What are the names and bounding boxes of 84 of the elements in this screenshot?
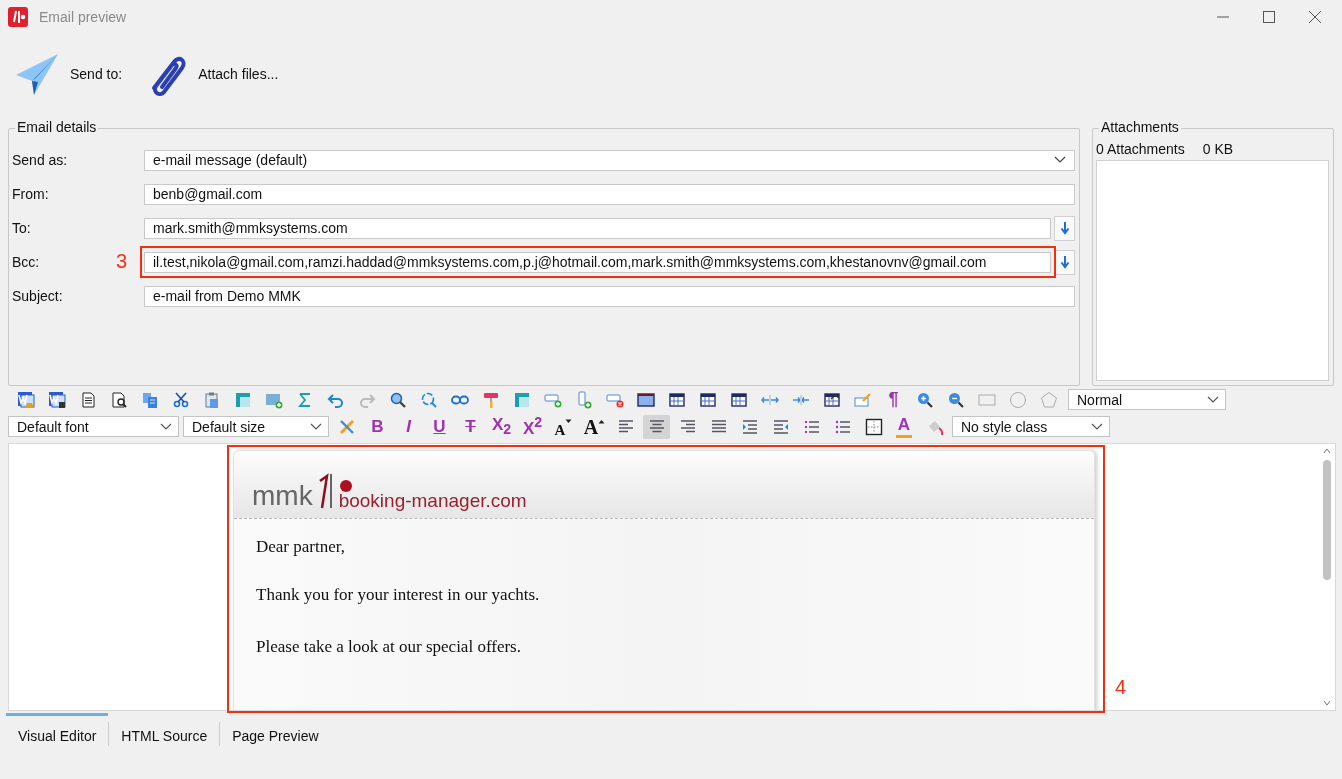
tab[interactable]: Page Preview bbox=[220, 713, 331, 755]
word-document-icon[interactable] bbox=[16, 390, 35, 409]
chevron-down-icon bbox=[1207, 395, 1219, 404]
table-grid-icon[interactable] bbox=[729, 390, 748, 409]
chevron-down-icon bbox=[160, 422, 172, 431]
format-button[interactable]: X$^{2}$ bbox=[519, 414, 546, 439]
zoom-in-icon[interactable] bbox=[915, 390, 934, 409]
scroll-thumb[interactable] bbox=[1323, 460, 1331, 580]
paint-roller-icon[interactable] bbox=[481, 390, 500, 409]
search-icon[interactable] bbox=[388, 390, 407, 409]
group-label: Attachments bbox=[1099, 119, 1181, 135]
dropdown[interactable]: Default font bbox=[8, 416, 179, 437]
field-label: To: bbox=[12, 220, 31, 236]
eraser-icon[interactable] bbox=[337, 417, 356, 436]
group-label: Email details bbox=[15, 119, 99, 135]
scroll-up-icon[interactable] bbox=[1323, 448, 1331, 454]
input-field[interactable]: e-mail from Demo MMK bbox=[144, 285, 1075, 307]
tab[interactable]: HTML Source bbox=[109, 713, 220, 755]
outdent-icon[interactable] bbox=[771, 417, 790, 436]
chevron-down-icon bbox=[310, 422, 322, 431]
toolbar-button[interactable]: Attach files... bbox=[140, 50, 279, 98]
annotation-number: 3 bbox=[116, 250, 128, 273]
format-button[interactable]: ¶ bbox=[880, 387, 907, 412]
maximize-icon[interactable] bbox=[1262, 10, 1276, 24]
chevron-down-icon bbox=[1054, 156, 1066, 164]
editor-area[interactable]: mmk booking-manager.com Dear partner, Thank you for your interest in our yachts. Please take a look at our special offers. 4 bbox=[8, 443, 1336, 711]
table-icon[interactable] bbox=[233, 390, 252, 409]
field-label: Send as: bbox=[12, 152, 68, 168]
annotation-number: 4 bbox=[1115, 676, 1127, 699]
dot-icon bbox=[338, 479, 353, 493]
format-button[interactable]: A bbox=[550, 414, 577, 439]
dropdown[interactable]: No style class bbox=[952, 416, 1110, 437]
dropdown[interactable]: e-mail message (default) bbox=[144, 149, 1075, 171]
table-grid-icon[interactable] bbox=[667, 390, 686, 409]
input-field[interactable]: benb@gmail.com bbox=[144, 183, 1075, 205]
format-button[interactable]: T bbox=[457, 414, 484, 439]
format-button[interactable]: B bbox=[364, 414, 391, 439]
app-logo-icon bbox=[8, 7, 28, 27]
edit-box-icon[interactable] bbox=[853, 390, 872, 409]
arrow-down-icon bbox=[1059, 221, 1070, 235]
logo-text: booking-manager.com bbox=[338, 491, 527, 510]
email-paragraph: Please take a look at our special offers. bbox=[256, 637, 522, 657]
attachment-count: 0 Attachments bbox=[1096, 141, 1185, 157]
copy-icon[interactable] bbox=[140, 390, 159, 409]
lookup-button[interactable] bbox=[1054, 215, 1075, 241]
word-document-icon[interactable] bbox=[47, 390, 66, 409]
format-button[interactable]: X$_{2}$ bbox=[488, 414, 515, 439]
field-label: Subject: bbox=[12, 288, 63, 304]
table-frame-icon[interactable] bbox=[636, 390, 655, 409]
tab[interactable]: Visual Editor bbox=[6, 713, 109, 755]
logo-text: mmk bbox=[252, 482, 313, 510]
input-field[interactable]: mark.smith@mmksystems.com bbox=[144, 217, 1051, 239]
table-grid-icon[interactable] bbox=[698, 390, 717, 409]
print-preview-icon[interactable] bbox=[109, 390, 128, 409]
zoom-out-icon[interactable] bbox=[946, 390, 965, 409]
dropdown[interactable]: Default size bbox=[183, 416, 329, 437]
format-button[interactable]: A bbox=[581, 414, 608, 439]
arrow-down-icon bbox=[1059, 255, 1070, 269]
paper-plane-icon bbox=[14, 51, 60, 97]
lookup-button[interactable] bbox=[1054, 249, 1075, 275]
field-label: From: bbox=[12, 186, 49, 202]
caret-down-icon bbox=[565, 418, 573, 424]
format-button[interactable]: A bbox=[896, 415, 912, 438]
attachment-size: 0 KB bbox=[1202, 141, 1234, 157]
email-paragraph: Dear partner, bbox=[256, 537, 346, 557]
caret-up-icon bbox=[598, 418, 606, 424]
scissors-icon[interactable] bbox=[171, 390, 190, 409]
email-paragraph: Thank you for your interest in our yachts. bbox=[256, 585, 541, 605]
close-icon[interactable] bbox=[1308, 10, 1322, 24]
toolbar-button[interactable]: Send to: bbox=[14, 51, 123, 97]
indent-icon[interactable] bbox=[740, 417, 759, 436]
format-button[interactable]: I bbox=[395, 414, 422, 439]
table-icon[interactable] bbox=[512, 390, 531, 409]
input-field[interactable]: il.test,nikola@gmail.com,ramzi.haddad@mmksystems.com,p.j@hotmail.com,mark.smith@mmksystems.com,khestanovnv@gmail.com bbox=[144, 251, 1051, 273]
table-properties-icon[interactable] bbox=[822, 390, 841, 409]
clipboard-icon[interactable] bbox=[202, 390, 221, 409]
field-label: Bcc: bbox=[12, 254, 40, 270]
dropdown[interactable]: Normal bbox=[1068, 389, 1226, 410]
circle-icon[interactable] bbox=[1008, 390, 1027, 409]
format-button[interactable]: U bbox=[426, 414, 453, 439]
chevron-down-icon bbox=[1091, 422, 1103, 431]
scroll-down-icon[interactable] bbox=[1323, 700, 1331, 706]
window-title: Email preview bbox=[39, 9, 127, 25]
table-borders-icon[interactable] bbox=[864, 417, 883, 436]
